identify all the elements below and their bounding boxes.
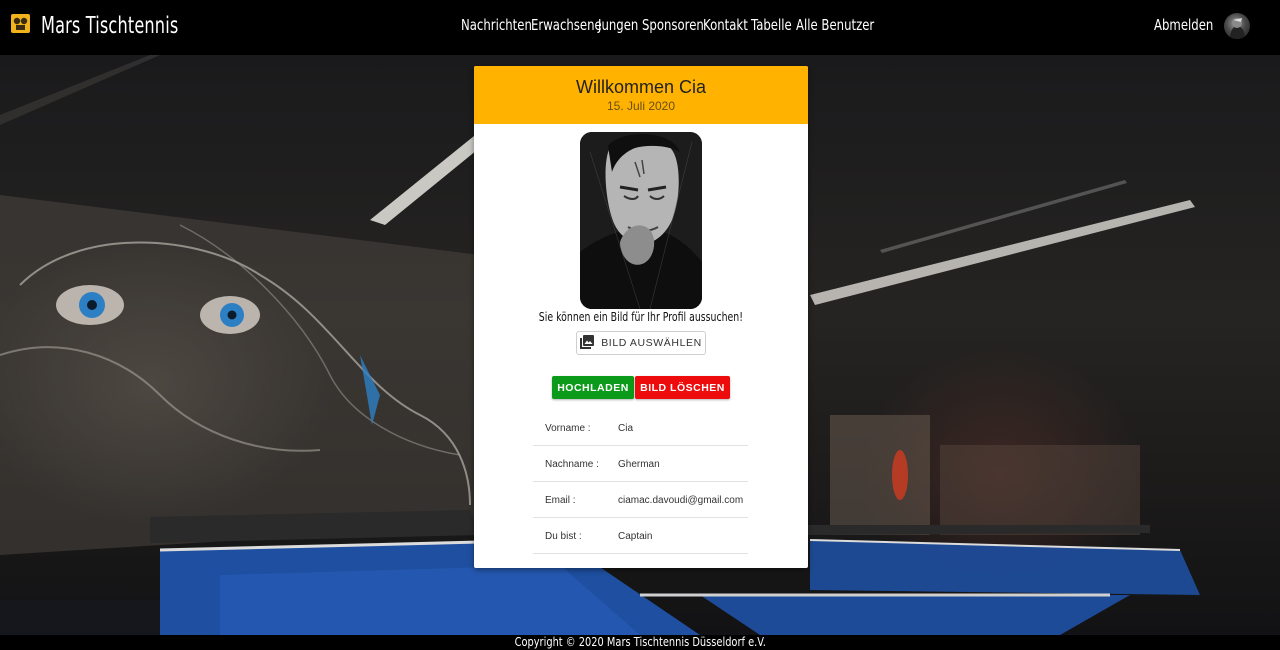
info-label: Email : xyxy=(545,495,576,506)
welcome-date: 15. Juli 2020 xyxy=(606,99,676,113)
nav-item-sponsoren[interactable]: Sponsoren xyxy=(642,16,704,34)
info-row-email: Email : ciamac.davoudi@gmail.com xyxy=(533,482,748,518)
delete-image-button[interactable]: BILD LÖSCHEN xyxy=(635,376,730,399)
info-value: Cia xyxy=(618,423,634,434)
info-value: ciamac.davoudi@gmail.com xyxy=(618,495,744,506)
upload-hint: Sie können ein Bild für Ihr Profil aussu… xyxy=(538,310,744,324)
nav-item-jungen[interactable]: Jungen xyxy=(598,16,638,34)
welcome-title: Willkommen Cia xyxy=(575,77,707,97)
user-avatar[interactable] xyxy=(1224,13,1250,39)
nav-item-tabelle[interactable]: Tabelle xyxy=(751,16,792,34)
logout-link[interactable]: Abmelden xyxy=(1154,16,1213,34)
nav-item-erwachsene[interactable]: Erwachsene xyxy=(531,16,602,34)
info-label: Vorname : xyxy=(545,423,591,434)
profile-info-table: Vorname : Cia Nachname : Gherman Email :… xyxy=(533,410,748,554)
info-label: Du bist : xyxy=(545,531,582,542)
profile-card: Willkommen Cia 15. Juli 2020 Sie können … xyxy=(474,66,808,568)
brand-title[interactable]: Mars Tischtennis xyxy=(41,11,178,41)
info-row-role: Du bist : Captain xyxy=(533,518,748,554)
nav-item-nachrichten[interactable]: Nachrichten xyxy=(461,16,532,34)
info-row-lastname: Nachname : Gherman xyxy=(533,446,748,482)
profile-photo xyxy=(580,132,702,309)
image-icon xyxy=(580,334,595,352)
footer: Copyright © 2020 Mars Tischtennis Düssel… xyxy=(0,635,1280,650)
nav-item-alle-benutzer[interactable]: Alle Benutzer xyxy=(796,16,874,34)
info-value: Gherman xyxy=(618,459,660,470)
upload-button[interactable]: HOCHLADEN xyxy=(552,376,634,399)
ping-pong-logo-icon[interactable] xyxy=(11,14,30,33)
top-navbar: Mars Tischtennis Nachrichten Erwachsene … xyxy=(0,0,1280,55)
choose-image-label: BILD AUSWÄHLEN xyxy=(601,337,702,349)
nav-item-kontakt[interactable]: Kontakt xyxy=(703,16,748,34)
main-nav: Nachrichten Erwachsene Jungen Sponsoren … xyxy=(461,16,874,34)
choose-image-button[interactable]: BILD AUSWÄHLEN xyxy=(576,331,706,355)
info-row-firstname: Vorname : Cia xyxy=(533,410,748,446)
card-header: Willkommen Cia 15. Juli 2020 xyxy=(474,66,808,124)
info-label: Nachname : xyxy=(545,459,599,470)
info-value: Captain xyxy=(618,531,653,542)
copyright-text: Copyright © 2020 Mars Tischtennis Düssel… xyxy=(514,635,766,649)
